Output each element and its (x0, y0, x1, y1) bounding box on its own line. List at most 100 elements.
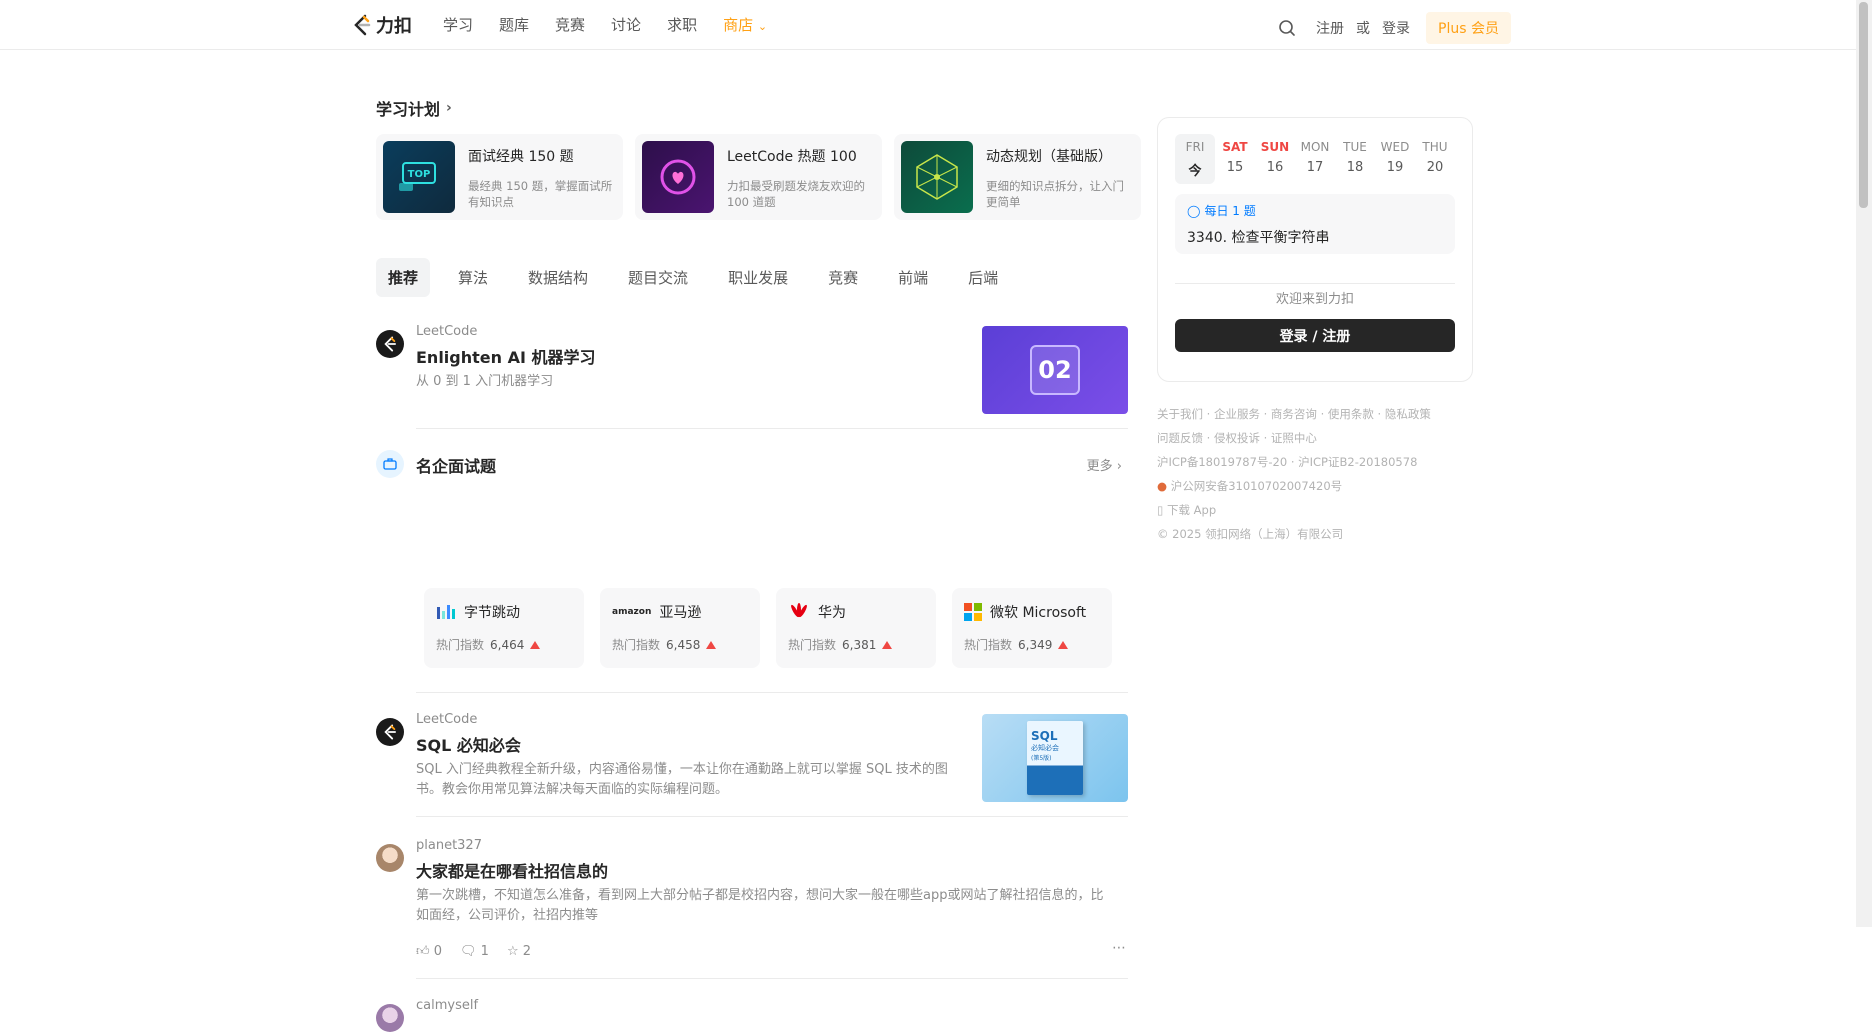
company-card[interactable]: 字节跳动 热门指数 6,464 (424, 588, 584, 668)
nav-store[interactable]: 商店 ⌄ (723, 14, 767, 35)
plan-desc: 更细的知识点拆分，让入门更简单 (986, 179, 1124, 209)
book-edition: (第5版) (1031, 755, 1052, 762)
calendar-day[interactable]: WED 19 (1375, 134, 1415, 184)
favorite-button[interactable]: ☆ 2 (507, 944, 531, 959)
plan-title: 面试经典 150 题 (468, 149, 574, 165)
hot-100-icon (642, 141, 714, 213)
calendar-day[interactable]: THU 20 (1415, 134, 1455, 184)
calendar-day[interactable]: SUN 16 (1255, 134, 1295, 184)
company-card[interactable]: amazon 亚马逊 热门指数 6,458 (600, 588, 760, 668)
post-author[interactable]: LeetCode (416, 712, 477, 727)
phone-icon: ▯ (1157, 503, 1164, 517)
post-author[interactable]: LeetCode (416, 324, 477, 339)
more-options-icon[interactable]: ⋯ (1112, 940, 1126, 956)
comment-button[interactable]: 🗨︎ 1 (460, 944, 489, 959)
vertical-scrollbar[interactable] (1856, 0, 1872, 927)
calendar-day[interactable]: MON 17 (1295, 134, 1335, 184)
daily-question-card[interactable]: ◯ 每日 1 题 3340. 检查平衡字符串 (1175, 194, 1455, 254)
nav-jobs[interactable]: 求职 (667, 14, 697, 35)
study-plan-card[interactable]: 动态规划（基础版） 更细的知识点拆分，让入门更简单 (894, 134, 1141, 220)
divider (416, 816, 1128, 817)
login-register-button[interactable]: 登录 / 注册 (1175, 319, 1455, 352)
footer-line[interactable]: 问题反馈 · 侵权投诉 · 证照中心 (1157, 426, 1473, 450)
tab-data-structure[interactable]: 数据结构 (516, 258, 600, 297)
scrollbar-thumb[interactable] (1859, 2, 1868, 208)
footer-line[interactable]: 关于我们 · 企业服务 · 商务咨询 · 使用条款 · 隐私政策 (1157, 402, 1473, 426)
tab-frontend[interactable]: 前端 (886, 258, 940, 297)
login-link[interactable]: 登录 (1382, 18, 1410, 38)
divider (416, 692, 1128, 693)
divider (416, 978, 1128, 979)
chevron-down-icon: ⌄ (757, 20, 768, 33)
post-actions: 👍︎ 0 🗨︎ 1 ☆ 2 (416, 944, 531, 959)
calendar-day[interactable]: FRI 今 (1175, 134, 1215, 184)
nav-discuss[interactable]: 讨论 (611, 14, 641, 35)
chevron-right-icon: › (446, 100, 452, 116)
svg-text:TOP: TOP (408, 169, 431, 180)
search-icon[interactable] (1278, 19, 1296, 37)
book-subtitle: 必知必会 (1031, 744, 1059, 752)
trending-up-icon (706, 640, 717, 649)
top-right-actions: 注册 或 登录 Plus 会员 (1278, 12, 1511, 44)
amazon-logo-icon: amazon (612, 607, 652, 617)
chip-badge: 02 (1030, 345, 1080, 395)
like-count: 0 (433, 944, 443, 959)
or-text: 或 (1356, 21, 1370, 37)
day-number: 20 (1426, 160, 1444, 175)
company-card[interactable]: 微软 Microsoft 热门指数 6,349 (952, 588, 1112, 668)
weekly-calendar: FRI 今 SAT 15 SUN 16 MON 17 TUE 18 WED 19 THU 20 (1175, 134, 1455, 184)
plus-member-button[interactable]: Plus 会员 (1426, 12, 1511, 44)
footer-line[interactable]: 沪ICP备18019787号-20 · 沪ICP证B2-20180578 (1157, 450, 1473, 474)
leetcode-avatar (376, 718, 404, 746)
tab-algorithm[interactable]: 算法 (446, 258, 500, 297)
nav-problemset[interactable]: 题库 (499, 14, 529, 35)
post-title[interactable]: 大家都是在哪看社招信息的 (416, 858, 608, 882)
post-author[interactable]: planet327 (416, 838, 482, 853)
police-record-text: 沪公网安备31010702007420号 (1170, 479, 1343, 493)
nav-learn[interactable]: 学习 (443, 14, 473, 35)
tab-career[interactable]: 职业发展 (716, 258, 800, 297)
weekday: FRI (1185, 140, 1205, 154)
chevron-right-icon: › (1116, 459, 1122, 474)
post-title[interactable]: Enlighten AI 机器学习 (416, 344, 596, 368)
study-plan-card[interactable]: TOP 面试经典 150 题 最经典 150 题，掌握面试所有知识点 (376, 134, 623, 220)
bytedance-icon (437, 605, 455, 619)
post-thumbnail[interactable]: SQL 必知必会 (第5版) (982, 714, 1128, 802)
day-number: 18 (1346, 160, 1364, 175)
plan-desc: 最经典 150 题，掌握面试所有知识点 (468, 179, 613, 209)
tab-contest[interactable]: 竞赛 (816, 258, 870, 297)
copyright: © 2025 领扣网络（上海）有限公司 (1157, 527, 1344, 541)
post-thumbnail[interactable]: 02 (982, 326, 1128, 414)
thumbs-up-icon: 👍︎ (416, 944, 430, 959)
leetcode-logo[interactable]: 力扣 (352, 12, 412, 38)
flame-icon: ◯ (1187, 203, 1201, 218)
company-card[interactable]: 华为 热门指数 6,381 (776, 588, 936, 668)
user-avatar (376, 1004, 404, 1032)
tab-recommend[interactable]: 推荐 (376, 258, 431, 297)
study-plan-list: TOP 面试经典 150 题 最经典 150 题，掌握面试所有知识点 LeetC… (376, 134, 1141, 220)
company-name: 华为 (818, 605, 846, 621)
calendar-day[interactable]: TUE 18 (1335, 134, 1375, 184)
post-title[interactable]: SQL 必知必会 (416, 732, 521, 756)
trending-up-icon (1058, 640, 1069, 649)
like-button[interactable]: 👍︎ 0 (416, 944, 442, 959)
register-link[interactable]: 注册 (1316, 18, 1344, 38)
more-companies-link[interactable]: 更多 › (1087, 455, 1122, 474)
heat-value: 6,381 (842, 637, 877, 652)
calendar-day[interactable]: SAT 15 (1215, 134, 1255, 184)
study-plan-title: 学习计划 (376, 100, 441, 119)
tab-problem-discuss[interactable]: 题目交流 (616, 258, 700, 297)
day-number: 16 (1266, 160, 1284, 175)
plan-desc: 力扣最受刷题发烧友欢迎的 100 道题 (727, 179, 865, 209)
star-icon: ☆ (506, 944, 519, 959)
download-app-link[interactable]: ▯ 下载 App (1157, 498, 1473, 522)
study-plan-card[interactable]: LeetCode 热题 100 力扣最受刷题发烧友欢迎的 100 道题 (635, 134, 882, 220)
study-plan-header[interactable]: 学习计划 › (376, 96, 1128, 120)
footer-links: 关于我们 · 企业服务 · 商务咨询 · 使用条款 · 隐私政策 问题反馈 · … (1157, 402, 1473, 546)
company-section-title: 名企面试题 (416, 457, 497, 476)
tab-backend[interactable]: 后端 (956, 258, 1010, 297)
nav-contest[interactable]: 竞赛 (555, 14, 585, 35)
police-record[interactable]: ● 沪公网安备31010702007420号 (1157, 474, 1473, 498)
trending-up-icon (530, 640, 541, 649)
post-author[interactable]: calmyself (416, 998, 478, 1013)
